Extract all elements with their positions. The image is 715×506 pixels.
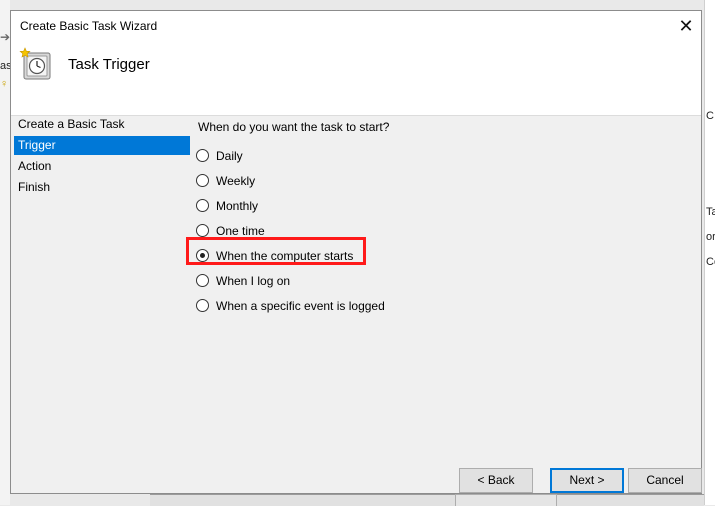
background-icon-fragment: ♀: [0, 78, 9, 90]
close-icon: ✕: [678, 16, 694, 36]
background-text-fragment: Ta: [706, 206, 715, 218]
background-button-fragment: [455, 494, 557, 506]
radio-daily[interactable]: [196, 149, 209, 162]
close-button[interactable]: ✕: [671, 11, 701, 41]
option-label: Weekly: [216, 173, 256, 188]
option-when-computer-starts[interactable]: When the computer starts: [195, 243, 385, 268]
radio-when-i-log-on[interactable]: [196, 274, 209, 287]
option-label: Monthly: [216, 198, 259, 213]
radio-when-computer-starts[interactable]: [196, 249, 209, 262]
task-clock-icon: [19, 47, 51, 80]
background-window-bottom: [150, 494, 704, 506]
option-monthly[interactable]: Monthly: [195, 193, 385, 218]
wizard-steps-nav: Create a Basic Task Trigger Action Finis…: [14, 115, 190, 199]
title-bar[interactable]: Create Basic Task Wizard ✕: [11, 11, 701, 41]
nav-step-trigger[interactable]: Trigger: [14, 136, 190, 155]
radio-monthly[interactable]: [196, 199, 209, 212]
option-daily[interactable]: Daily: [195, 143, 385, 168]
option-one-time[interactable]: One time: [195, 218, 385, 243]
radio-one-time[interactable]: [196, 224, 209, 237]
background-window-left: ➔ ası ♀: [0, 0, 15, 505]
background-text-fragment: C.: [706, 110, 715, 122]
trigger-options-group: Daily Weekly Monthly One time When the c…: [195, 143, 385, 318]
create-basic-task-wizard-dialog: Create Basic Task Wizard ✕ Task Trigger …: [10, 10, 702, 494]
option-when-i-log-on[interactable]: When I log on: [195, 268, 385, 293]
nav-step-action[interactable]: Action: [14, 157, 190, 176]
background-window-right: C. Ta ory Co: [704, 0, 715, 505]
option-label: When the computer starts: [216, 248, 354, 263]
option-label: Daily: [216, 148, 243, 163]
radio-weekly[interactable]: [196, 174, 209, 187]
background-text-fragment: Co: [706, 256, 715, 268]
option-weekly[interactable]: Weekly: [195, 168, 385, 193]
cancel-button[interactable]: Cancel: [628, 468, 702, 493]
next-button[interactable]: Next >: [550, 468, 624, 493]
nav-step-create-basic-task[interactable]: Create a Basic Task: [14, 115, 190, 134]
back-button[interactable]: < Back: [459, 468, 533, 493]
wizard-header: Task Trigger: [11, 41, 701, 116]
trigger-question: When do you want the task to start?: [198, 120, 390, 134]
option-specific-event-logged[interactable]: When a specific event is logged: [195, 293, 385, 318]
option-label: When I log on: [216, 273, 291, 288]
nav-arrow-icon: ➔: [0, 30, 11, 44]
option-label: One time: [216, 223, 265, 238]
radio-specific-event-logged[interactable]: [196, 299, 209, 312]
option-label: When a specific event is logged: [216, 298, 385, 313]
window-title: Create Basic Task Wizard: [20, 19, 158, 33]
background-text-fragment: ory: [706, 231, 715, 243]
page-title: Task Trigger: [68, 56, 150, 73]
nav-step-finish[interactable]: Finish: [14, 178, 190, 197]
